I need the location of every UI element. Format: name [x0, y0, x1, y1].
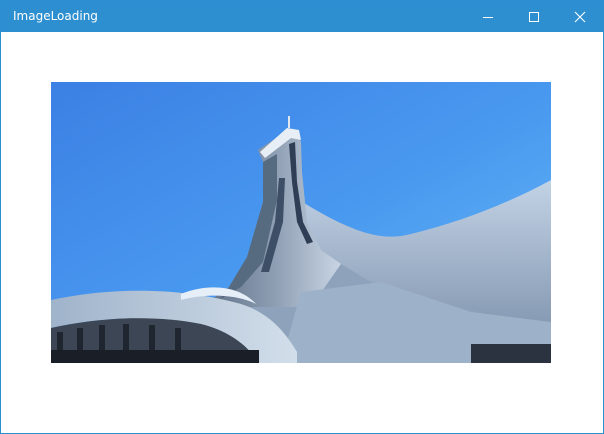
close-button[interactable]	[557, 1, 603, 32]
minimize-icon	[483, 16, 493, 18]
window-title: ImageLoading	[13, 9, 98, 23]
app-window: ImageLoading	[0, 0, 604, 434]
close-icon	[574, 11, 586, 22]
window-controls	[465, 1, 603, 32]
maximize-button[interactable]	[511, 1, 557, 32]
window-content	[1, 32, 603, 433]
stadium-tower-photo	[51, 82, 551, 363]
title-bar[interactable]: ImageLoading	[1, 1, 603, 32]
maximize-icon	[529, 11, 539, 22]
minimize-button[interactable]	[465, 1, 511, 32]
